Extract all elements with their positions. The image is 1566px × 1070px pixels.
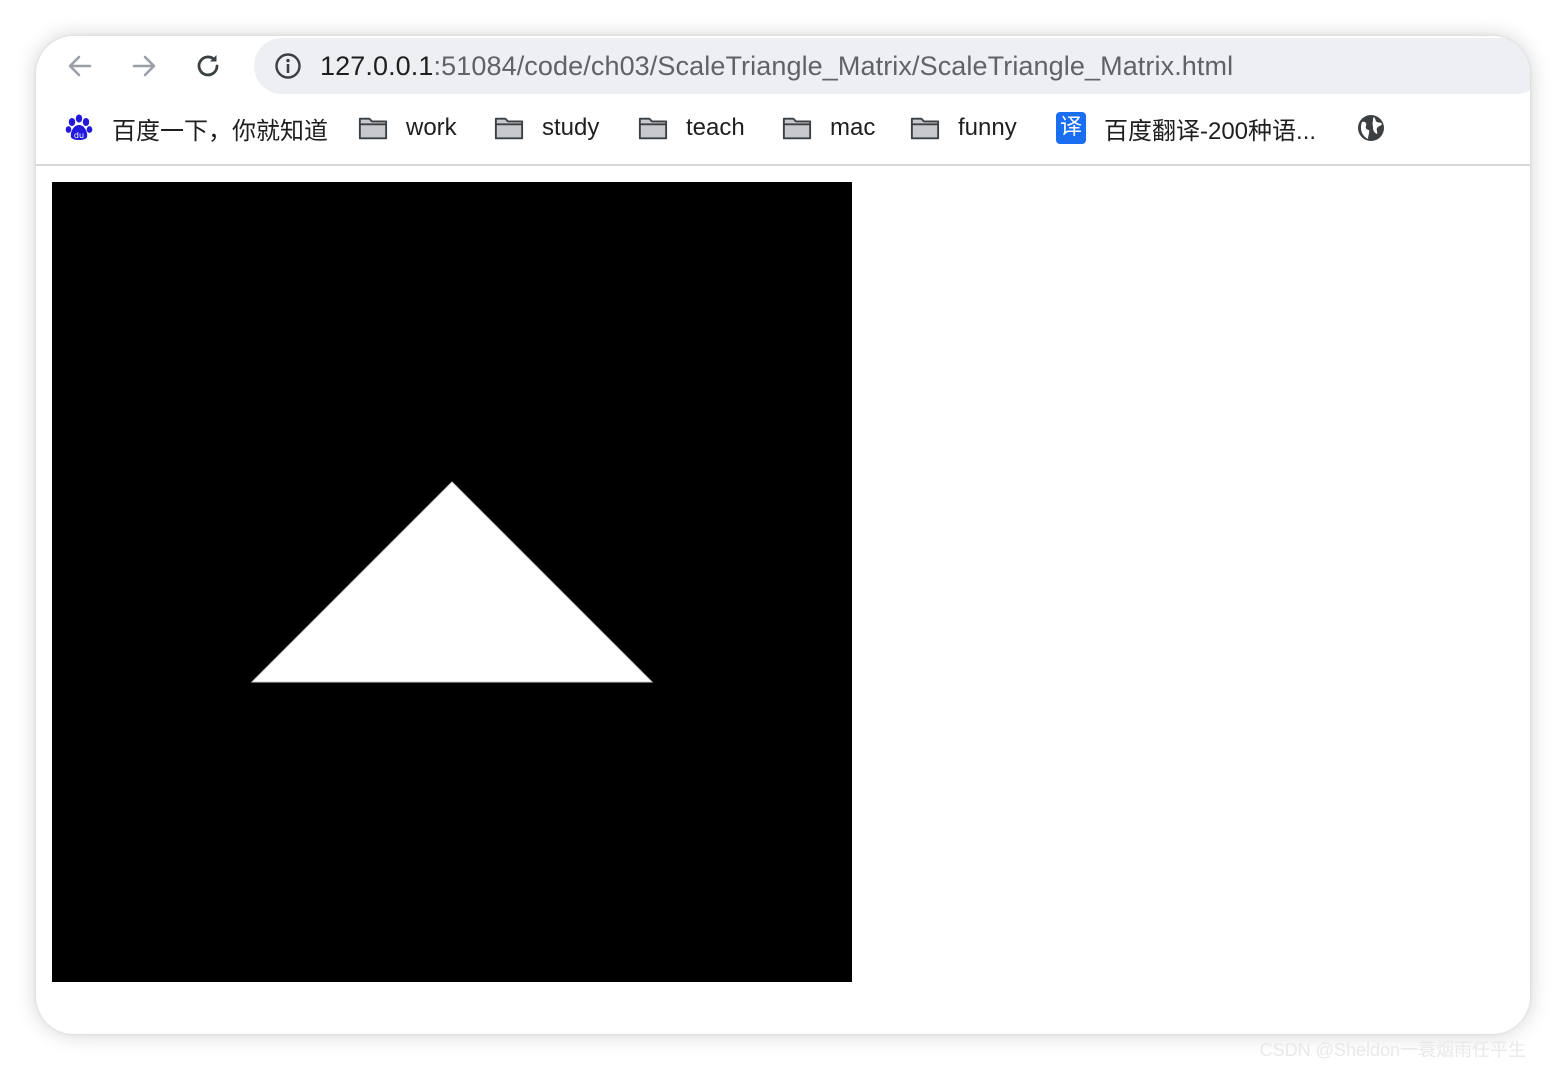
page-content bbox=[36, 166, 1530, 1034]
bookmark-label: 百度一下，你就知道 bbox=[112, 117, 328, 145]
folder-icon bbox=[638, 113, 668, 143]
canvas-drawing bbox=[250, 481, 654, 683]
url-text[interactable]: 127.0.0.1:51084/code/ch03/ScaleTriangle_… bbox=[320, 49, 1233, 83]
bookmark-label: 百度翻译-200种语... bbox=[1104, 117, 1317, 145]
address-bar[interactable]: 127.0.0.1:51084/code/ch03/ScaleTriangle_… bbox=[254, 38, 1530, 94]
browser-toolbar: 127.0.0.1:51084/code/ch03/ScaleTriangle_… bbox=[36, 36, 1530, 94]
folder-icon bbox=[494, 113, 524, 143]
bookmark-folder-teach[interactable]: teach bbox=[638, 109, 745, 147]
browser-window: 127.0.0.1:51084/code/ch03/ScaleTriangle_… bbox=[36, 36, 1530, 1034]
arrow-right-icon bbox=[132, 55, 156, 77]
forward-button[interactable] bbox=[122, 44, 166, 88]
bookmark-folder-work[interactable]: work bbox=[358, 109, 457, 147]
folder-icon bbox=[910, 113, 940, 143]
screenshot-stage: 127.0.0.1:51084/code/ch03/ScaleTriangle_… bbox=[0, 0, 1566, 1070]
svg-text:du: du bbox=[74, 131, 84, 140]
url-path: :51084/code/ch03/ScaleTriangle_Matrix/Sc… bbox=[433, 51, 1234, 81]
arrow-left-icon bbox=[68, 55, 92, 77]
baidu-paw-icon: du bbox=[64, 113, 94, 143]
back-button[interactable] bbox=[58, 44, 102, 88]
translate-badge: 译 bbox=[1056, 112, 1086, 144]
bookmark-label: funny bbox=[958, 114, 1017, 141]
scaled-triangle bbox=[250, 481, 654, 683]
reload-button[interactable] bbox=[186, 44, 230, 88]
folder-icon bbox=[358, 113, 388, 143]
globe-icon bbox=[1356, 113, 1386, 143]
webgl-canvas[interactable] bbox=[52, 182, 852, 982]
bookmark-baidu[interactable]: du 百度一下，你就知道 bbox=[64, 109, 328, 147]
bookmark-folder-funny[interactable]: funny bbox=[910, 109, 1017, 147]
bookmark-globe[interactable] bbox=[1356, 109, 1404, 147]
bookmark-baidu-fanyi[interactable]: 译 百度翻译-200种语... bbox=[1056, 109, 1316, 147]
bookmark-label: mac bbox=[830, 114, 876, 141]
watermark-text: CSDN @Sheldon一蓑烟雨任平生 bbox=[1259, 1040, 1526, 1060]
bookmark-folder-mac[interactable]: mac bbox=[782, 109, 875, 147]
bookmark-label: teach bbox=[686, 114, 745, 141]
folder-icon bbox=[782, 113, 812, 143]
bookmarks-bar: du 百度一下，你就知道 work study teach mac funny … bbox=[36, 94, 1530, 166]
bookmark-label: study bbox=[542, 114, 600, 141]
reload-icon bbox=[197, 55, 219, 77]
bookmark-label: work bbox=[406, 114, 457, 141]
info-icon[interactable] bbox=[274, 52, 302, 80]
bookmark-folder-study[interactable]: study bbox=[494, 109, 599, 147]
url-host: 127.0.0.1 bbox=[320, 51, 434, 81]
translate-icon: 译 bbox=[1056, 112, 1086, 144]
